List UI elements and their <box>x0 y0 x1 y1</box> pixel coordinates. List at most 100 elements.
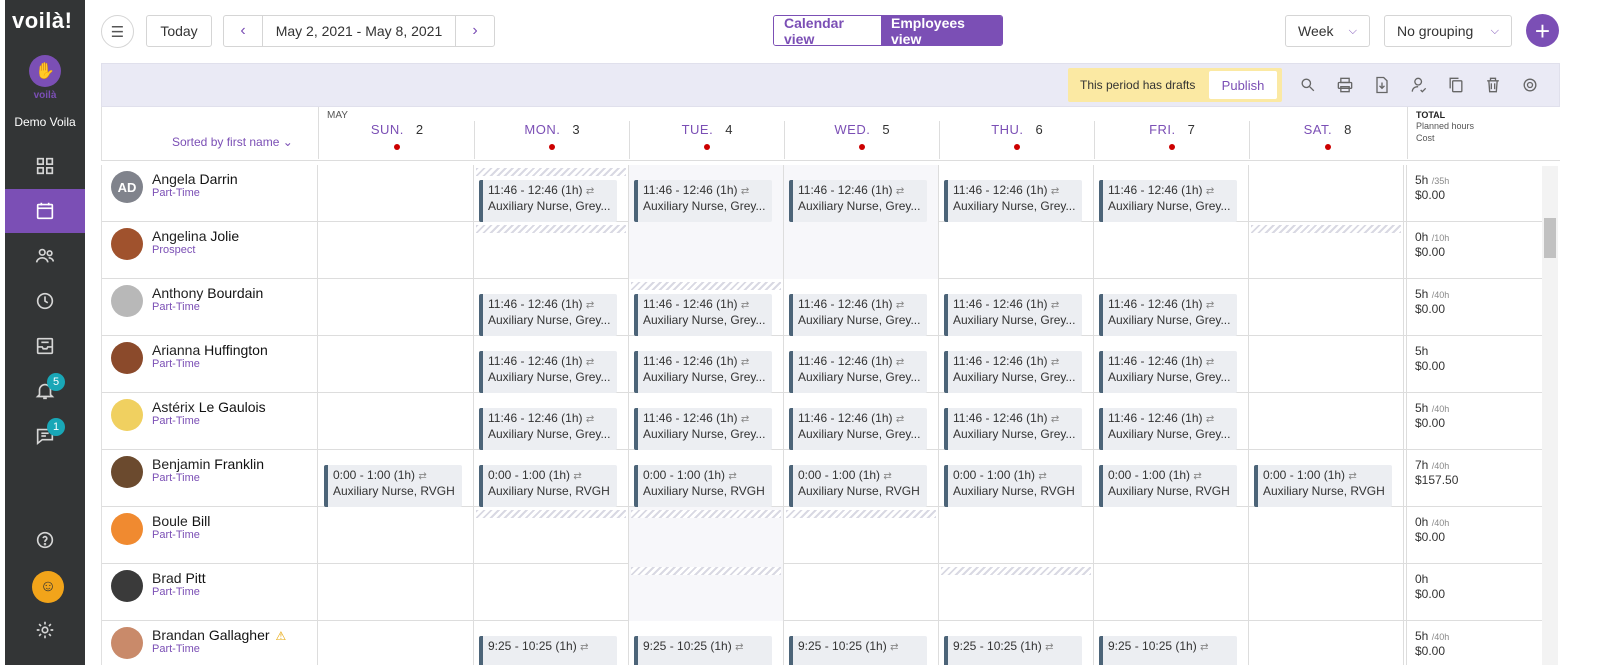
shift-card[interactable]: 0:00 - 1:00 (1h) ⇄ Auxiliary Nurse, RVGH <box>479 465 617 507</box>
day-cell[interactable] <box>319 564 474 621</box>
shift-card[interactable]: 11:46 - 12:46 (1h) ⇄ Auxiliary Nurse, Gre… <box>789 408 927 450</box>
shift-card[interactable]: 11:46 - 12:46 (1h) ⇄ Auxiliary Nurse, Gre… <box>479 180 617 222</box>
day-cell[interactable]: 11:46 - 12:46 (1h) ⇄ Auxiliary Nurse, Gre… <box>1094 279 1249 336</box>
export-button[interactable] <box>1372 75 1392 95</box>
employees-view-button[interactable]: Employees view <box>881 16 1002 45</box>
shift-card[interactable]: 11:46 - 12:46 (1h) ⇄ Auxiliary Nurse, Gre… <box>634 408 772 450</box>
employee-info[interactable]: Boule Bill Part-Time <box>101 507 318 564</box>
sidebar-item-employees[interactable] <box>5 234 85 278</box>
shift-card[interactable]: 0:00 - 1:00 (1h) ⇄ Auxiliary Nurse, RVGH <box>634 465 772 507</box>
day-header-wed[interactable]: WED. 5 <box>785 121 940 159</box>
employee-info[interactable]: Brad Pitt Part-Time <box>101 564 318 621</box>
shift-card[interactable]: 0:00 - 1:00 (1h) ⇄ Auxiliary Nurse, RVGH <box>324 465 462 507</box>
day-cell[interactable] <box>1249 507 1404 564</box>
day-cell[interactable] <box>1249 336 1404 393</box>
shift-card[interactable]: 11:46 - 12:46 (1h) ⇄ Auxiliary Nurse, Gre… <box>1099 408 1237 450</box>
day-cell[interactable] <box>1249 621 1404 665</box>
employee-info[interactable]: Anthony Bourdain Part-Time <box>101 279 318 336</box>
day-header-tue[interactable]: TUE. 4 <box>630 121 785 159</box>
org-name[interactable]: Demo Voila <box>5 115 85 129</box>
day-cell[interactable]: 11:46 - 12:46 (1h) ⇄ Auxiliary Nurse, Gre… <box>629 336 784 393</box>
day-cell[interactable]: 11:46 - 12:46 (1h) ⇄ Auxiliary Nurse, Gre… <box>784 165 939 222</box>
period-select[interactable]: Week ⌵ <box>1285 15 1370 47</box>
calendar-view-button[interactable]: Calendar view <box>774 16 881 45</box>
shift-card[interactable]: 11:46 - 12:46 (1h) ⇄ Auxiliary Nurse, Gre… <box>1099 351 1237 393</box>
shift-card[interactable]: 11:46 - 12:46 (1h) ⇄ Auxiliary Nurse, Gre… <box>944 294 1082 336</box>
day-cell[interactable] <box>784 564 939 621</box>
shift-card[interactable]: 11:46 - 12:46 (1h) ⇄ Auxiliary Nurse, Gre… <box>479 351 617 393</box>
day-cell[interactable]: 11:46 - 12:46 (1h) ⇄ Auxiliary Nurse, Gre… <box>474 336 629 393</box>
day-cell[interactable]: 9:25 - 10:25 (1h) ⇄ <box>784 621 939 665</box>
delete-button[interactable] <box>1483 75 1503 95</box>
shift-card[interactable]: 11:46 - 12:46 (1h) ⇄ Auxiliary Nurse, Gre… <box>789 351 927 393</box>
employee-info[interactable]: Astérix Le Gaulois Part-Time <box>101 393 318 450</box>
shift-card[interactable]: 11:46 - 12:46 (1h) ⇄ Auxiliary Nurse, Gre… <box>634 351 772 393</box>
day-cell[interactable]: 11:46 - 12:46 (1h) ⇄ Auxiliary Nurse, Gre… <box>1094 336 1249 393</box>
shift-card[interactable]: 0:00 - 1:00 (1h) ⇄ Auxiliary Nurse, RVGH <box>1099 465 1237 507</box>
shift-card[interactable]: 11:46 - 12:46 (1h) ⇄ Auxiliary Nurse, Gre… <box>944 351 1082 393</box>
day-cell[interactable]: 9:25 - 10:25 (1h) ⇄ <box>474 621 629 665</box>
employee-info[interactable]: Arianna Huffington Part-Time <box>101 336 318 393</box>
day-cell[interactable]: 0:00 - 1:00 (1h) ⇄ Auxiliary Nurse, RVGH <box>474 450 629 507</box>
shift-card[interactable]: 0:00 - 1:00 (1h) ⇄ Auxiliary Nurse, RVGH <box>1254 465 1392 507</box>
day-cell[interactable]: 0:00 - 1:00 (1h) ⇄ Auxiliary Nurse, RVGH <box>784 450 939 507</box>
day-cell[interactable] <box>1094 222 1249 279</box>
day-cell[interactable]: 11:46 - 12:46 (1h) ⇄ Auxiliary Nurse, Gre… <box>629 279 784 336</box>
vertical-scrollbar[interactable] <box>1542 166 1558 665</box>
day-cell[interactable] <box>939 564 1094 621</box>
employee-info[interactable]: Benjamin Franklin Part-Time <box>101 450 318 507</box>
day-cell[interactable]: 0:00 - 1:00 (1h) ⇄ Auxiliary Nurse, RVGH <box>319 450 474 507</box>
day-header-thu[interactable]: THU. 6 <box>940 121 1095 159</box>
scrollbar-thumb[interactable] <box>1544 218 1556 258</box>
settings-button[interactable] <box>1520 75 1540 95</box>
day-cell[interactable]: 0:00 - 1:00 (1h) ⇄ Auxiliary Nurse, RVGH <box>939 450 1094 507</box>
day-cell[interactable] <box>1249 564 1404 621</box>
shift-card[interactable]: 11:46 - 12:46 (1h) ⇄ Auxiliary Nurse, Gre… <box>1099 294 1237 336</box>
shift-card[interactable]: 11:46 - 12:46 (1h) ⇄ Auxiliary Nurse, Gre… <box>634 294 772 336</box>
day-header-fri[interactable]: FRI. 7 <box>1095 121 1250 159</box>
day-cell[interactable] <box>939 507 1094 564</box>
day-cell[interactable] <box>1249 279 1404 336</box>
sidebar-item-inbox[interactable] <box>5 324 85 368</box>
day-cell[interactable]: 11:46 - 12:46 (1h) ⇄ Auxiliary Nurse, Gre… <box>784 393 939 450</box>
day-cell[interactable] <box>629 507 784 564</box>
assign-button[interactable] <box>1409 75 1429 95</box>
day-cell[interactable] <box>784 222 939 279</box>
day-cell[interactable]: 9:25 - 10:25 (1h) ⇄ <box>629 621 784 665</box>
day-cell[interactable] <box>784 507 939 564</box>
day-cell[interactable]: 11:46 - 12:46 (1h) ⇄ Auxiliary Nurse, Gre… <box>629 393 784 450</box>
employee-info[interactable]: Brandan Gallagher ⚠ Part-Time <box>101 621 318 665</box>
day-header-mon[interactable]: MON. 3 <box>475 121 630 159</box>
day-cell[interactable]: 0:00 - 1:00 (1h) ⇄ Auxiliary Nurse, RVGH <box>1094 450 1249 507</box>
sidebar-item-help[interactable] <box>5 518 85 562</box>
day-cell[interactable] <box>629 564 784 621</box>
shift-card[interactable]: 11:46 - 12:46 (1h) ⇄ Auxiliary Nurse, Gre… <box>479 294 617 336</box>
shift-card[interactable]: 11:46 - 12:46 (1h) ⇄ Auxiliary Nurse, Gre… <box>789 294 927 336</box>
day-cell[interactable] <box>474 564 629 621</box>
day-cell[interactable]: 11:46 - 12:46 (1h) ⇄ Auxiliary Nurse, Gre… <box>939 279 1094 336</box>
sort-dropdown[interactable]: Sorted by first name ⌄ <box>172 135 293 149</box>
day-header-sat[interactable]: SAT. 8 <box>1250 121 1405 159</box>
sidebar-item-timesheets[interactable] <box>5 279 85 323</box>
copy-button[interactable] <box>1446 75 1466 95</box>
date-range[interactable]: May 2, 2021 - May 8, 2021 <box>262 16 456 46</box>
sidebar-item-settings[interactable] <box>5 608 85 652</box>
day-cell[interactable] <box>474 222 629 279</box>
day-cell[interactable] <box>629 222 784 279</box>
shift-card[interactable]: 9:25 - 10:25 (1h) ⇄ <box>944 636 1082 665</box>
voila-logo[interactable]: voilà! <box>12 8 72 34</box>
day-cell[interactable] <box>1249 165 1404 222</box>
day-cell[interactable]: 11:46 - 12:46 (1h) ⇄ Auxiliary Nurse, Gre… <box>939 165 1094 222</box>
publish-button[interactable]: Publish <box>1209 71 1277 99</box>
day-header-sun[interactable]: SUN. 2 <box>320 121 475 159</box>
search-button[interactable] <box>1298 75 1318 95</box>
day-cell[interactable]: 11:46 - 12:46 (1h) ⇄ Auxiliary Nurse, Gre… <box>939 393 1094 450</box>
day-cell[interactable]: 11:46 - 12:46 (1h) ⇄ Auxiliary Nurse, Gre… <box>629 165 784 222</box>
day-cell[interactable]: 11:46 - 12:46 (1h) ⇄ Auxiliary Nurse, Gre… <box>939 336 1094 393</box>
day-cell[interactable]: 9:25 - 10:25 (1h) ⇄ <box>939 621 1094 665</box>
shift-card[interactable]: 11:46 - 12:46 (1h) ⇄ Auxiliary Nurse, Gre… <box>789 180 927 222</box>
day-cell[interactable] <box>319 165 474 222</box>
shift-card[interactable]: 11:46 - 12:46 (1h) ⇄ Auxiliary Nurse, Gre… <box>944 180 1082 222</box>
day-cell[interactable] <box>1249 393 1404 450</box>
shift-card[interactable]: 0:00 - 1:00 (1h) ⇄ Auxiliary Nurse, RVGH <box>789 465 927 507</box>
